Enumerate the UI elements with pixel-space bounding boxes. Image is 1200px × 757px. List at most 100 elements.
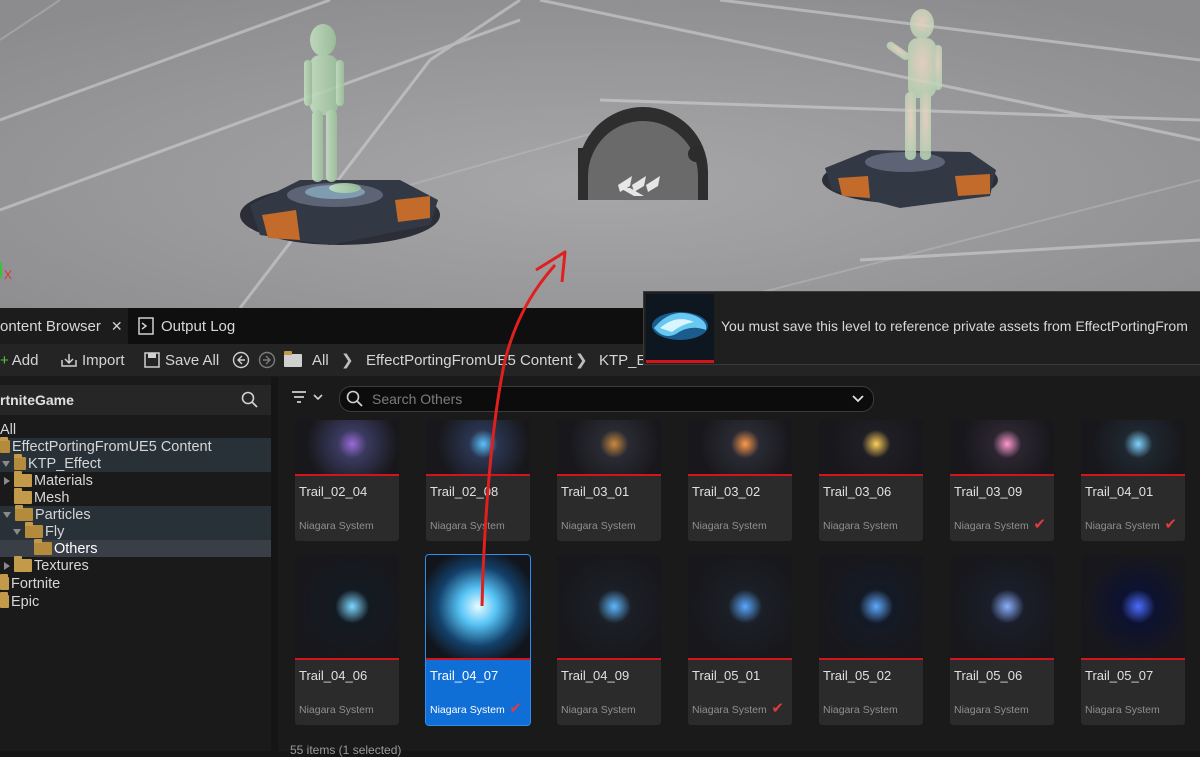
asset-type: Niagara System xyxy=(954,520,1029,532)
asset-name: Trail_02_04 xyxy=(299,484,368,499)
search-icon[interactable] xyxy=(241,391,259,409)
folder-icon xyxy=(15,505,33,521)
tab-content-browser[interactable]: ontent Browser ✕ xyxy=(0,308,128,344)
asset-tile[interactable]: Trail_04_06 Niagara System xyxy=(295,555,399,725)
asset-type: Niagara System xyxy=(1085,704,1160,716)
source-control-bar xyxy=(688,474,792,476)
asset-name: Trail_05_06 xyxy=(954,668,1023,683)
tree-item-label: EffectPortingFromUE5 Content xyxy=(12,438,212,455)
tree-item-label: Mesh xyxy=(34,489,70,506)
sources-header[interactable]: rtniteGame xyxy=(0,385,271,415)
asset-thumbnail xyxy=(295,420,399,474)
tree-item-label: Textures xyxy=(34,557,89,574)
chevron-right-icon[interactable] xyxy=(4,476,10,485)
save-all-button-label: Save All xyxy=(165,351,220,369)
tab-output-log-label: Output Log xyxy=(161,317,236,335)
breadcrumb-content[interactable]: EffectPortingFromUE5 Content xyxy=(366,344,572,376)
chevron-right-icon[interactable] xyxy=(4,561,10,570)
folder-icon xyxy=(25,522,43,538)
folder-icon xyxy=(0,437,10,453)
tree-item-effectporting[interactable]: EffectPortingFromUE5 Content xyxy=(0,437,271,455)
source-control-bar xyxy=(819,658,923,660)
chevron-down-icon xyxy=(313,394,323,401)
asset-thumbnail xyxy=(1081,555,1185,658)
search-input[interactable]: Search Others xyxy=(339,386,874,412)
asset-thumbnail xyxy=(819,420,923,474)
source-control-bar xyxy=(1081,658,1185,660)
add-button[interactable]: + Add xyxy=(0,344,38,376)
close-icon[interactable]: ✕ xyxy=(111,318,123,335)
chevron-down-icon[interactable] xyxy=(3,511,11,518)
save-icon xyxy=(144,352,160,368)
tree-item-label: All xyxy=(0,421,17,438)
asset-name: Trail_03_06 xyxy=(823,484,892,499)
filter-button[interactable] xyxy=(290,389,324,405)
asset-thumbnail xyxy=(688,420,792,474)
source-control-bar xyxy=(950,658,1054,660)
asset-name: Trail_03_02 xyxy=(692,484,761,499)
asset-tile[interactable]: Trail_04_09 Niagara System xyxy=(557,555,661,725)
tree-item-epic[interactable]: Epic xyxy=(0,592,271,610)
asset-tile[interactable]: Trail_03_01 Niagara System xyxy=(557,420,661,541)
source-control-bar xyxy=(426,474,530,476)
checkmark-icon: ✔ xyxy=(1033,516,1046,533)
tree-item-label: Materials xyxy=(34,472,93,489)
asset-name: Trail_04_01 xyxy=(1085,484,1154,499)
level-viewport[interactable]: X xyxy=(0,0,1200,308)
breadcrumb-all[interactable]: All xyxy=(312,344,329,376)
chevron-down-icon[interactable] xyxy=(2,460,10,467)
breadcrumb-chevron-icon[interactable]: ❯ xyxy=(575,344,588,376)
asset-tile[interactable]: Trail_05_01 Niagara System ✔ xyxy=(688,555,792,725)
history-forward-button[interactable] xyxy=(258,344,276,376)
asset-tile[interactable]: Trail_04_01 Niagara System ✔ xyxy=(1081,420,1185,541)
breadcrumb-content-label: EffectPortingFromUE5 Content xyxy=(366,351,573,369)
history-back-button[interactable] xyxy=(232,344,250,376)
tree-item-fortnite[interactable]: Fortnite xyxy=(0,574,271,592)
asset-tile[interactable]: Trail_03_02 Niagara System xyxy=(688,420,792,541)
asset-tile[interactable]: Trail_03_06 Niagara System xyxy=(819,420,923,541)
asset-tile[interactable]: Trail_03_09 Niagara System ✔ xyxy=(950,420,1054,541)
import-icon xyxy=(61,354,77,367)
breadcrumb-chevron-icon[interactable]: ❯ xyxy=(341,344,354,376)
asset-tile[interactable]: Trail_02_04 Niagara System xyxy=(295,420,399,541)
asset-type: Niagara System xyxy=(561,520,636,532)
asset-type: Niagara System xyxy=(430,520,505,532)
source-control-bar xyxy=(950,474,1054,476)
tree-item-ktp-effect[interactable]: KTP_Effect xyxy=(0,454,271,472)
tree-item-particles[interactable]: Particles xyxy=(0,505,271,523)
chevron-down-icon[interactable] xyxy=(13,528,21,535)
notification-toast: You must save this level to reference pr… xyxy=(643,291,1200,365)
browse-folder-button[interactable] xyxy=(284,344,304,376)
folder-icon xyxy=(14,488,32,504)
tree-item-all[interactable]: All xyxy=(0,421,271,438)
tree-item-mesh[interactable]: Mesh xyxy=(0,488,271,506)
tree-item-fly[interactable]: Fly xyxy=(0,522,271,540)
viewport-scene xyxy=(0,0,1200,308)
asset-tile[interactable]: Trail_05_02 Niagara System xyxy=(819,555,923,725)
folder-icon xyxy=(0,574,9,590)
folder-icon xyxy=(284,350,302,367)
search-icon xyxy=(346,390,363,407)
checkmark-icon: ✔ xyxy=(1164,516,1177,533)
asset-tile[interactable]: Trail_05_06 Niagara System xyxy=(950,555,1054,725)
asset-thumbnail xyxy=(557,555,661,658)
tree-item-label: Particles xyxy=(35,506,91,523)
source-control-bar xyxy=(295,474,399,476)
chevron-down-icon[interactable] xyxy=(851,394,865,404)
source-control-bar xyxy=(819,474,923,476)
tab-output-log[interactable]: Output Log xyxy=(138,308,235,344)
source-control-bar xyxy=(1081,474,1185,476)
import-button[interactable]: Import xyxy=(60,344,125,376)
source-control-bar xyxy=(688,658,792,660)
tree-item-others[interactable]: Others xyxy=(0,539,271,557)
asset-type: Niagara System xyxy=(823,704,898,716)
plus-icon: + xyxy=(0,351,9,369)
asset-tile[interactable]: Trail_04_07 Niagara System ✔ xyxy=(425,554,531,726)
asset-thumbnail xyxy=(295,555,399,658)
tree-item-textures[interactable]: Textures xyxy=(0,556,271,574)
asset-tile[interactable]: Trail_05_07 Niagara System xyxy=(1081,555,1185,725)
asset-name: Trail_02_08 xyxy=(430,484,499,499)
tree-item-materials[interactable]: Materials xyxy=(0,471,271,489)
save-all-button[interactable]: Save All xyxy=(144,344,219,376)
asset-tile[interactable]: Trail_02_08 Niagara System xyxy=(426,420,530,541)
